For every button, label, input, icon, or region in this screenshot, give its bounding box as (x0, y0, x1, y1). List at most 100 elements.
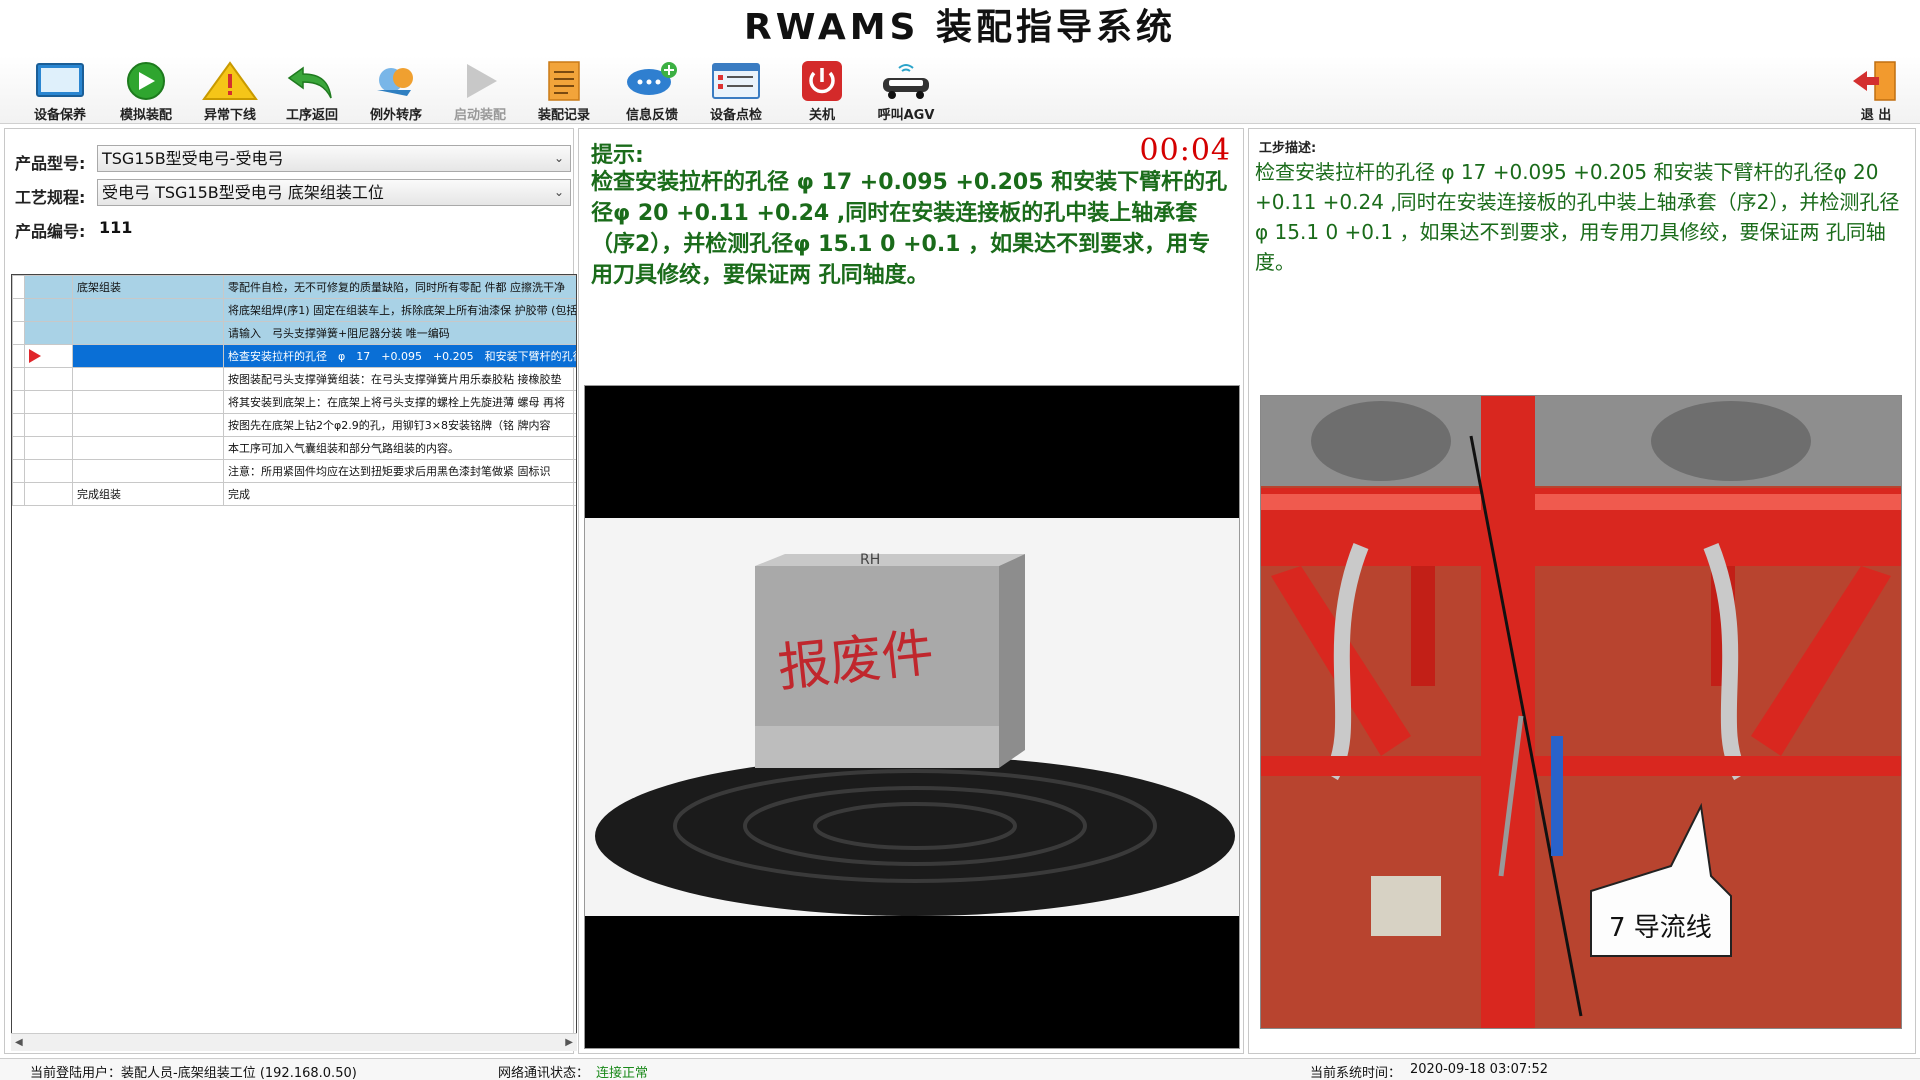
row-indicator-cell (24, 482, 73, 506)
undo-arrow-icon (287, 66, 332, 99)
row-indicator-cell (24, 390, 73, 414)
step-content-cell: 零配件自检，无不可修复的质量缺陷，同时所有零配 件都 应擦洗干净 (223, 275, 576, 299)
table-row[interactable]: 将其安装到底架上：在底架上将弓头支撑的螺栓上先旋进薄 螺母 再将 (12, 390, 576, 414)
play-icon (127, 62, 165, 100)
process-spec-value: 受电弓 TSG15B型受电弓 底架组装工位 (102, 183, 384, 202)
exit-label: 退 出 (1860, 108, 1892, 123)
start-icon (467, 64, 497, 98)
table-row[interactable]: 本工序可加入气囊组装和部分气路组装的内容。 (12, 436, 576, 460)
row-indicator-cell (24, 413, 73, 437)
table-row[interactable]: 注意：所用紧固件均应在达到扭矩要求后用黑色漆封笔做紧 固标识 (12, 459, 576, 483)
equipment-check-label: 设备点检 (709, 108, 762, 123)
process-return-label: 工序返回 (285, 108, 338, 123)
product-model-select[interactable]: TSG15B型受电弓-受电弓 ⌄ (97, 145, 571, 172)
row-indicator-cell (24, 459, 73, 483)
row-indicator-cell (24, 436, 73, 460)
shutdown-label: 关机 (808, 108, 835, 123)
process-return-button[interactable]: 工序返回 (270, 58, 354, 123)
hint-text: 检查安装拉杆的孔径 φ 17 +0.095 +0.205 和安装下臂杆的孔径φ … (591, 170, 1228, 288)
row-header-cell (12, 459, 25, 483)
row-header-cell (12, 298, 25, 322)
process-steps-table: 底架组装 零配件自检，无不可修复的质量缺陷，同时所有零配 件都 应擦洗干净 将底架组… (12, 275, 576, 506)
step-content-cell: 请输入 弓头支撑弹簧+阻尼器分装 唯一编码 (223, 321, 576, 345)
status-bar: 当前登陆用户：装配人员-底架组装工位 (192.168.0.50) 网络通讯状态… (0, 1058, 1920, 1080)
abnormal-offline-button[interactable]: 异常下线 (188, 58, 272, 123)
scroll-right-icon[interactable]: ▶ (565, 1037, 573, 1048)
app-title: RWAMS 装配指导系统 (744, 7, 1176, 48)
row-header-cell (12, 275, 25, 299)
guidance-video[interactable]: RH 报废件 (584, 385, 1240, 1049)
info-feedback-button[interactable]: 信息反馈 (610, 58, 694, 123)
process-spec-select[interactable]: 受电弓 TSG15B型受电弓 底架组装工位 ⌄ (97, 179, 571, 206)
assembly-record-button[interactable]: 装配记录 (522, 58, 606, 123)
video-frame-image: RH 报废件 (585, 386, 1239, 1048)
row-header-cell (12, 413, 25, 437)
process-panel: 产品型号: TSG15B型受电弓-受电弓 ⌄ 工艺规程: 受电弓 TSG15B型… (4, 128, 577, 1054)
product-serial-value: 111 (99, 218, 133, 237)
step-group-cell (72, 436, 224, 460)
step-content-cell: 注意：所用紧固件均应在达到扭矩要求后用黑色漆封笔做紧 固标识 (223, 459, 576, 483)
step-description-text: 检查安装拉杆的孔径 φ 17 +0.095 +0.205 和安装下臂杆的孔径φ … (1255, 160, 1900, 274)
equipment-maintenance-label: 设备保养 (33, 108, 86, 123)
step-group-cell (72, 321, 224, 345)
table-row[interactable]: 将底架组焊(序1) 固定在组装车上，拆除底架上所有油漆保 护胶带 (包括 (12, 298, 576, 322)
product-model-value: TSG15B型受电弓-受电弓 (102, 149, 284, 168)
assembly-photo[interactable]: 7 导流线 (1260, 395, 1902, 1029)
abnormal-offline-label: 异常下线 (203, 108, 256, 123)
agv-car-icon (883, 64, 929, 99)
start-assembly-button[interactable]: 启动装配 (438, 58, 522, 123)
call-agv-button[interactable]: 呼叫AGV (864, 58, 948, 123)
assembly-record-label: 装配记录 (537, 108, 590, 123)
step-content-cell: 完成 (223, 482, 576, 506)
step-group-cell (72, 344, 224, 368)
table-row[interactable]: 按图装配弓头支撑弹簧组装：在弓头支撑弹簧片用乐泰胶粘 接橡胶垫 (12, 367, 576, 391)
product-model-label: 产品型号: (15, 154, 86, 173)
row-header-cell (12, 436, 25, 460)
step-group-cell: 完成组装 (72, 482, 224, 506)
scroll-left-icon[interactable]: ◀ (15, 1037, 23, 1048)
call-agv-label: 呼叫AGV (877, 108, 935, 123)
transfer-icon (377, 68, 413, 96)
table-row[interactable]: 按图先在底架上钻2个φ2.9的孔，用铆钉3×8安装铭牌（铭 牌内容 (12, 413, 576, 437)
step-content-cell: 将底架组焊(序1) 固定在组装车上，拆除底架上所有油漆保 护胶带 (包括 (223, 298, 576, 322)
table-row[interactable]: 完成组装 完成 (12, 482, 576, 506)
row-indicator-cell (24, 321, 73, 345)
power-icon (802, 61, 842, 101)
part-marking: RH (860, 552, 880, 568)
assembly-photo-image: 7 导流线 (1261, 396, 1901, 1028)
simulate-assembly-button[interactable]: 模拟装配 (104, 58, 188, 123)
horizontal-scrollbar[interactable]: ◀ ▶ (11, 1033, 577, 1051)
monitor-icon (36, 63, 84, 97)
row-header-cell (12, 321, 25, 345)
step-description-panel: 工步描述: 检查安装拉杆的孔径 φ 17 +0.095 +0.205 和安装下臂… (1248, 128, 1916, 1054)
table-row[interactable]: 请输入 弓头支撑弹簧+阻尼器分装 唯一编码 (12, 321, 576, 345)
network-status-value: 连接正常 (596, 1066, 649, 1080)
product-serial-label: 产品编号: (15, 222, 86, 241)
exit-button[interactable]: 退 出 (1836, 58, 1916, 123)
step-description-label: 工步描述: (1259, 141, 1317, 156)
step-content-cell: 将其安装到底架上：在底架上将弓头支撑的螺栓上先旋进薄 螺母 再将 (223, 390, 576, 414)
table-row[interactable]: 检查安装拉杆的孔径 φ 17 +0.095 +0.205 和安装下臂杆的孔径φ (12, 344, 576, 368)
network-status-label: 网络通讯状态： (498, 1066, 590, 1080)
step-content-cell: 按图装配弓头支撑弹簧组装：在弓头支撑弹簧片用乐泰胶粘 接橡胶垫 (223, 367, 576, 391)
row-header-cell (12, 344, 25, 368)
table-row[interactable]: 底架组装 零配件自检，无不可修复的质量缺陷，同时所有零配 件都 应擦洗干净 (12, 275, 576, 299)
exception-transfer-label: 例外转序 (369, 108, 422, 123)
hint-panel: 提示: 00:04 检查安装拉杆的孔径 φ 17 +0.095 +0.205 和… (578, 128, 1244, 1054)
step-group-cell (72, 367, 224, 391)
start-assembly-label: 启动装配 (453, 108, 506, 123)
equipment-maintenance-button[interactable]: 设备保养 (18, 58, 102, 123)
process-spec-row: 工艺规程: 受电弓 TSG15B型受电弓 底架组装工位 ⌄ (15, 179, 571, 207)
shutdown-button[interactable]: 关机 (780, 58, 864, 123)
hint-label: 提示: (591, 143, 644, 168)
step-timer: 00:04 (1139, 133, 1231, 168)
simulate-assembly-label: 模拟装配 (119, 108, 172, 123)
title-bar: RWAMS 装配指导系统 (0, 0, 1920, 56)
warning-icon (202, 61, 258, 100)
row-indicator-cell (24, 367, 73, 391)
equipment-check-button[interactable]: 设备点检 (694, 58, 778, 123)
exception-transfer-button[interactable]: 例外转序 (354, 58, 438, 123)
row-indicator-cell (24, 275, 73, 299)
system-time-value: 2020-09-18 03:07:52 (1410, 1062, 1549, 1077)
notepad-icon (548, 61, 580, 101)
